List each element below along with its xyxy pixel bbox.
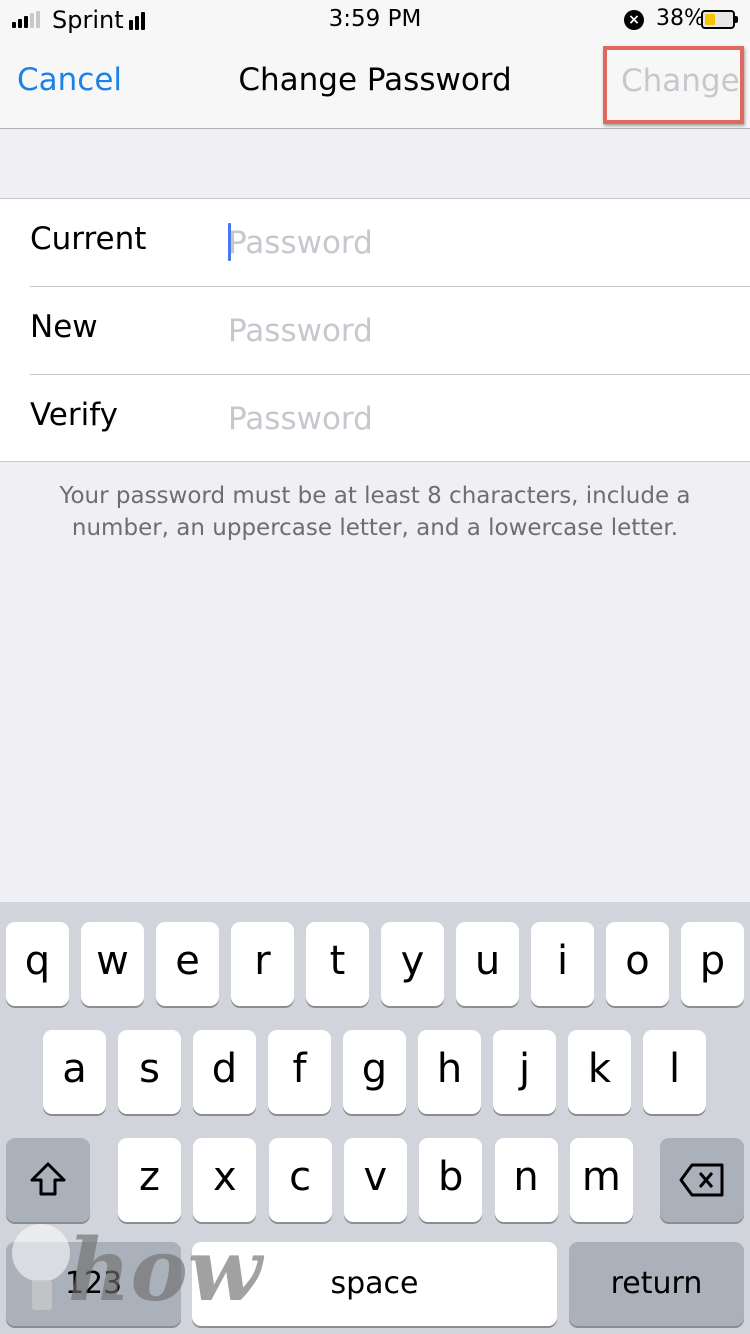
battery-icon — [701, 10, 738, 29]
key-z[interactable]: z — [118, 1138, 181, 1222]
change-button-highlight: Change — [603, 46, 744, 124]
current-password-input[interactable] — [228, 213, 728, 273]
key-b[interactable]: b — [419, 1138, 483, 1222]
key-q[interactable]: q — [6, 922, 69, 1006]
key-n[interactable]: n — [494, 1138, 558, 1222]
key-x[interactable]: x — [193, 1138, 257, 1222]
status-bar: Sprint 3:59 PM × 38% — [0, 0, 750, 40]
key-j[interactable]: j — [493, 1030, 556, 1114]
delete-icon — [679, 1163, 724, 1197]
change-button[interactable]: Change — [621, 63, 740, 99]
key-u[interactable]: u — [456, 922, 519, 1006]
battery-percent: 38% — [656, 6, 705, 31]
verify-password-input[interactable] — [228, 389, 728, 449]
return-key[interactable]: return — [569, 1242, 744, 1326]
delete-key[interactable] — [660, 1138, 744, 1222]
key-k[interactable]: k — [568, 1030, 631, 1114]
key-s[interactable]: s — [118, 1030, 181, 1114]
verify-password-row: Verify — [0, 375, 750, 463]
key-l[interactable]: l — [643, 1030, 706, 1114]
key-h[interactable]: h — [418, 1030, 481, 1114]
keyboard: 123 space return qwertyuiop asdfghjkl zxcv… — [0, 902, 750, 1334]
key-i[interactable]: i — [531, 922, 594, 1006]
text-cursor — [228, 223, 231, 261]
key-t[interactable]: t — [306, 922, 369, 1006]
shift-key[interactable] — [6, 1138, 90, 1222]
key-e[interactable]: e — [156, 922, 219, 1006]
key-m[interactable]: m — [569, 1138, 633, 1222]
key-w[interactable]: w — [81, 922, 144, 1006]
key-c[interactable]: c — [268, 1138, 332, 1222]
key-v[interactable]: v — [343, 1138, 407, 1222]
numbers-key[interactable]: 123 — [6, 1242, 181, 1326]
new-password-input[interactable] — [228, 301, 728, 361]
verify-password-label: Verify — [30, 397, 118, 433]
shift-icon — [30, 1162, 66, 1196]
new-password-label: New — [30, 309, 98, 345]
key-p[interactable]: p — [681, 922, 744, 1006]
key-o[interactable]: o — [606, 922, 669, 1006]
current-password-label: Current — [30, 221, 147, 257]
key-y[interactable]: y — [381, 922, 444, 1006]
key-f[interactable]: f — [268, 1030, 331, 1114]
password-requirements-hint: Your password must be at least 8 charact… — [59, 483, 691, 541]
battery-fill — [705, 14, 715, 25]
key-a[interactable]: a — [43, 1030, 106, 1114]
key-r[interactable]: r — [231, 922, 294, 1006]
nav-bar: Cancel Change Password Change — [0, 40, 750, 129]
do-not-disturb-icon: × — [624, 10, 644, 30]
current-password-row: Current — [0, 199, 750, 287]
key-g[interactable]: g — [343, 1030, 406, 1114]
new-password-row: New — [0, 287, 750, 375]
key-d[interactable]: d — [193, 1030, 256, 1114]
space-key[interactable]: space — [192, 1242, 557, 1326]
password-form: Current New Verify — [0, 198, 750, 462]
